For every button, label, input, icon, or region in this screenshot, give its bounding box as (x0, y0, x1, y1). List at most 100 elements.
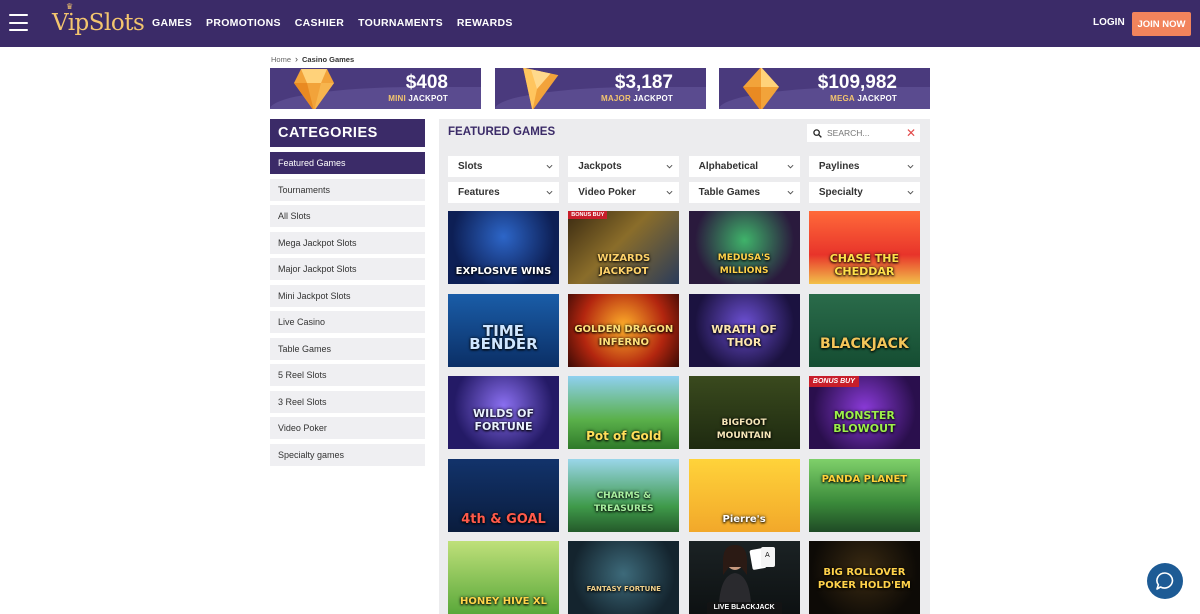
nav-tournaments[interactable]: TOURNAMENTS (358, 17, 443, 29)
game-title: TIME BENDER (469, 321, 538, 353)
category-3-reel-slots[interactable]: 3 Reel Slots (270, 390, 425, 413)
vipslots-logo[interactable]: ♛ VipSlots (52, 3, 145, 38)
breadcrumb-home[interactable]: Home (271, 55, 291, 64)
chevron-down-icon (907, 190, 914, 195)
jackpot-word: JACKPOT (633, 94, 673, 103)
filter-features[interactable]: Features (448, 182, 559, 203)
gem-icon (294, 69, 334, 109)
filter-table-games[interactable]: Table Games (688, 182, 800, 203)
game-tile-explosive-wins[interactable]: EXPLOSIVE WINS (448, 211, 559, 284)
game-title: WIZARDS JACKPOT (597, 253, 651, 277)
jackpot-label: MINI JACKPOT (388, 94, 448, 103)
game-tile-medusas-millions[interactable]: MEDUSA'S MILLIONS (688, 211, 800, 284)
category-live-casino[interactable]: Live Casino (270, 311, 425, 333)
game-tile-pot-of-gold[interactable]: Pot of Gold (568, 376, 680, 449)
category-specialty-games[interactable]: Specialty games (270, 443, 425, 466)
filter-jackpots[interactable]: Jackpots (568, 156, 680, 177)
filter-dropdowns: Slots Jackpots Alphabetical Paylines Fea… (448, 156, 920, 203)
jackpot-label: MAJOR JACKPOT (601, 94, 673, 103)
chevron-down-icon (787, 164, 794, 169)
category-5-reel-slots[interactable]: 5 Reel Slots (270, 364, 425, 386)
nav-games[interactable]: GAMES (152, 17, 192, 29)
filter-label: Paylines (818, 161, 860, 172)
game-title: EXPLOSIVE WINS (455, 266, 552, 277)
logo-text: VipSlots (52, 10, 145, 36)
join-now-button[interactable]: JOIN NOW (1132, 12, 1191, 36)
filter-paylines[interactable]: Paylines (808, 156, 920, 177)
game-title: PANDA PLANET (821, 473, 908, 485)
filter-label: Specialty (818, 187, 863, 198)
category-mini-jackpot-slots[interactable]: Mini Jackpot Slots (270, 284, 425, 307)
jackpot-amount: $3,187 (614, 72, 673, 93)
game-tile-time-bender[interactable]: TIME BENDER (448, 293, 559, 367)
filter-label: Alphabetical (698, 161, 759, 172)
category-video-poker[interactable]: Video Poker (270, 417, 425, 439)
featured-games-title: FEATURED GAMES (448, 126, 556, 138)
game-tile-fantasy-fortune[interactable]: FANTASY FORTUNE (568, 541, 680, 614)
game-tile-panda-planet[interactable]: PANDA PLANET (808, 458, 920, 532)
login-button[interactable]: LOGIN (1093, 17, 1125, 28)
game-tile-pierres[interactable]: Pierre's (688, 458, 800, 532)
game-tile-4th-and-goal[interactable]: 4th & GOAL (448, 458, 559, 532)
chat-button[interactable] (1147, 563, 1183, 599)
category-table-games[interactable]: Table Games (270, 337, 425, 360)
menu-icon[interactable] (9, 14, 28, 31)
chevron-down-icon (787, 190, 794, 195)
game-title: BIG ROLLOVER POKER HOLD'EM (817, 567, 911, 591)
category-all-slots[interactable]: All Slots (270, 205, 425, 227)
game-title: 4th & GOAL (461, 511, 546, 527)
search-input[interactable] (827, 128, 905, 138)
category-major-jackpot-slots[interactable]: Major Jackpot Slots (270, 258, 425, 280)
jackpot-label: MEGA JACKPOT (830, 94, 897, 103)
chevron-down-icon (546, 190, 553, 195)
filter-video-poker[interactable]: Video Poker (568, 182, 680, 203)
game-title: BIGFOOT MOUNTAIN (716, 418, 772, 441)
jackpot-tier: MEGA (830, 94, 855, 103)
game-tile-bigfoot-mountain[interactable]: BIGFOOT MOUNTAIN (688, 376, 800, 449)
filter-slots[interactable]: Slots (448, 156, 559, 177)
game-tile-monster-blowout[interactable]: BONUS BUY MONSTER BLOWOUT (808, 376, 920, 449)
game-title: WRATH OF THOR (711, 322, 777, 349)
search-icon (813, 128, 822, 138)
game-tile-chase-the-cheddar[interactable]: CHASE THE CHEDDAR (808, 211, 920, 284)
featured-games-panel: FEATURED GAMES ✕ Slots Jackpots Alphabet… (439, 119, 930, 614)
game-tile-charms-and-treasures[interactable]: CHARMS & TREASURES (568, 458, 680, 532)
game-tile-big-rollover-poker[interactable]: BIG ROLLOVER POKER HOLD'EM (808, 541, 920, 614)
close-icon[interactable]: ✕ (906, 127, 916, 139)
game-title: WILDS OF FORTUNE (473, 407, 534, 433)
game-title: BLACKJACK (820, 335, 909, 352)
nav-rewards[interactable]: REWARDS (457, 17, 513, 29)
jackpot-major: $3,187 MAJOR JACKPOT (495, 68, 706, 109)
filter-specialty[interactable]: Specialty (808, 182, 920, 203)
game-tile-wrath-of-thor[interactable]: WRATH OF THOR (688, 293, 800, 367)
game-tile-wizards-jackpot[interactable]: BONUS BUY WIZARDS JACKPOT (568, 211, 680, 284)
categories-list: Featured Games Tournaments All Slots Meg… (270, 152, 425, 470)
nav-promotions[interactable]: PROMOTIONS (206, 17, 281, 29)
category-featured-games[interactable]: Featured Games (270, 152, 425, 174)
chat-icon (1156, 572, 1174, 590)
game-title: HONEY HIVE XL (459, 596, 548, 607)
filter-label: Video Poker (578, 187, 636, 198)
jackpot-word: JACKPOT (857, 94, 897, 103)
game-tile-golden-dragon-inferno[interactable]: GOLDEN DRAGON INFERNO (568, 293, 680, 367)
game-tile-wilds-of-fortune[interactable]: WILDS OF FORTUNE (448, 376, 559, 449)
chevron-right-icon: › (295, 54, 299, 64)
chevron-down-icon (546, 164, 553, 169)
jackpot-mega: $109,982 MEGA JACKPOT (719, 68, 930, 109)
game-title: MONSTER BLOWOUT (833, 409, 896, 435)
category-tournaments[interactable]: Tournaments (270, 178, 425, 201)
jackpot-mini: $408 MINI JACKPOT (270, 68, 481, 109)
game-tile-live-blackjack[interactable]: A LIVE BLACKJACK (688, 541, 800, 614)
nav-cashier[interactable]: CASHIER (295, 17, 344, 29)
categories-title: CATEGORIES (270, 119, 425, 147)
filter-label: Table Games (698, 187, 761, 198)
gem-icon (743, 68, 779, 109)
game-tile-blackjack[interactable]: BLACKJACK (808, 293, 920, 367)
jackpot-tier: MAJOR (601, 94, 631, 103)
category-mega-jackpot-slots[interactable]: Mega Jackpot Slots (270, 231, 425, 254)
game-tile-honey-hive-xl[interactable]: HONEY HIVE XL (448, 541, 559, 614)
jackpot-word: JACKPOT (408, 94, 448, 103)
filter-label: Jackpots (578, 161, 622, 172)
game-title: CHARMS & TREASURES (594, 490, 654, 514)
filter-alphabetical[interactable]: Alphabetical (688, 156, 800, 177)
